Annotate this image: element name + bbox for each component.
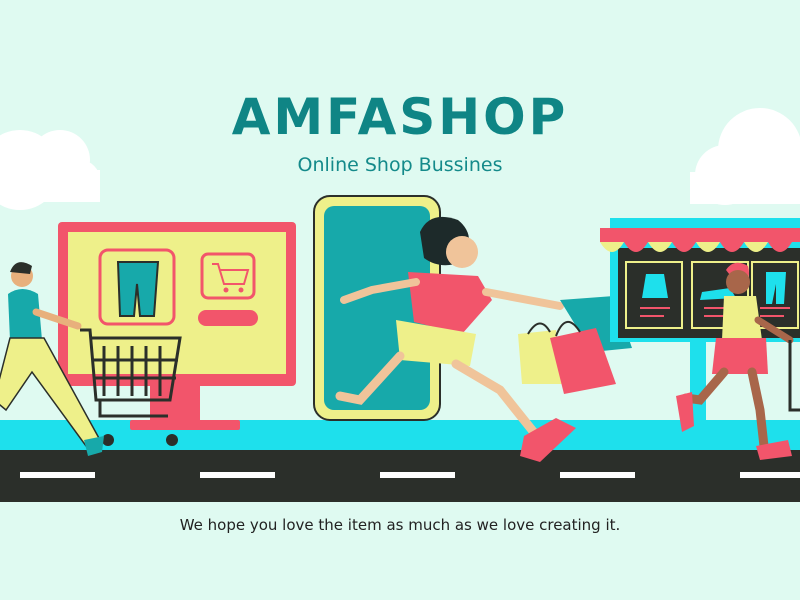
cart-wheel (102, 434, 114, 446)
sidewalk (0, 420, 800, 452)
pants-icon (98, 248, 176, 326)
shopping-cart-right (788, 340, 800, 412)
tagline: We hope you love the item as much as we … (179, 516, 621, 534)
trousers-icon (766, 272, 786, 304)
desktop-monitor (58, 222, 296, 430)
page-subtitle: Online Shop Bussines (297, 154, 503, 176)
cart-wheel (166, 434, 178, 446)
cart-icon (200, 252, 256, 300)
page-title: AMFASHOP (231, 88, 569, 146)
tank-top-icon (642, 274, 668, 298)
monitor-button (198, 310, 258, 326)
